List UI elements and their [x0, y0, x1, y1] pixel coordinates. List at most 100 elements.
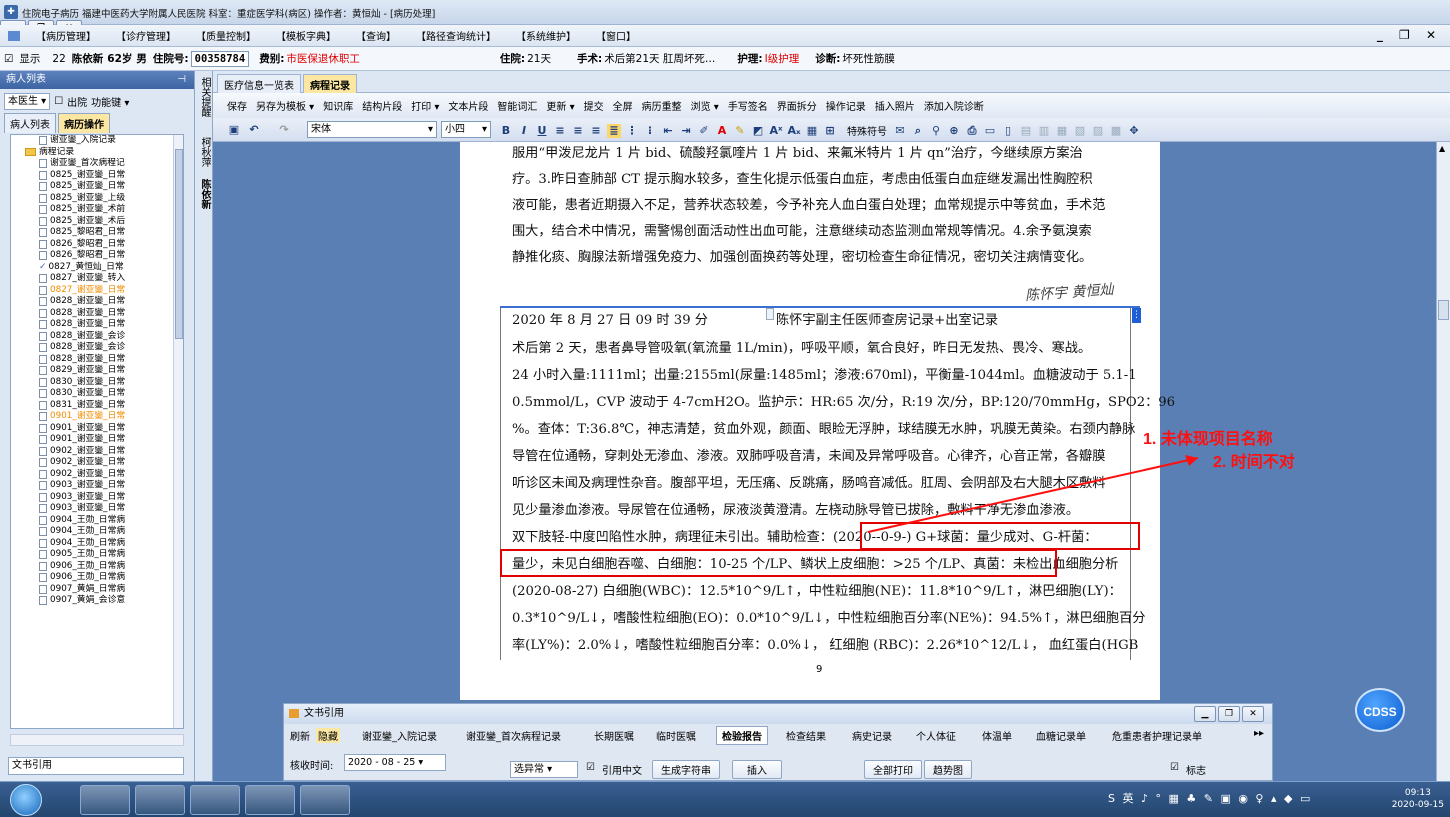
ref-tab-critical-care[interactable]: 危重患者护理记录单 — [1112, 728, 1202, 743]
taskbar-explorer-icon[interactable] — [80, 785, 130, 815]
document-scrollbar[interactable]: ▲ — [1436, 142, 1450, 781]
record-title[interactable]: 陈怀宇副主任医师查房记录+出室记录 — [776, 309, 998, 333]
tree-scroll-thumb[interactable] — [175, 149, 183, 339]
clear-format-icon[interactable]: ✐ — [697, 124, 711, 138]
ref-tab-admission[interactable]: 谢亚鑾_入院记录 — [362, 728, 437, 743]
ref-tab-glucose[interactable]: 血糖记录单 — [1036, 728, 1086, 743]
check-time-input[interactable]: 2020 - 08 - 25 ▾ — [344, 754, 446, 771]
panel-minimize-button[interactable]: ▁ — [1194, 706, 1216, 722]
tree-item[interactable]: 0904_王勋_日常病 — [11, 515, 183, 527]
tree-item[interactable]: ✓ 0827_黄恒灿_日常 — [11, 262, 183, 274]
toolbar-item[interactable]: 智能词汇 — [497, 98, 537, 113]
doctor-select[interactable]: 本医生 ▾ — [4, 92, 51, 110]
field-handle-icon[interactable] — [766, 308, 774, 320]
subscript-icon[interactable]: Aₓ — [787, 124, 801, 138]
ref-tab-lab-reports[interactable]: 检验报告 — [716, 726, 768, 745]
tree-item[interactable]: 0828_谢亚鑾_会诊 — [11, 331, 183, 343]
tree-item[interactable]: 0901_谢亚鑾_日常 — [11, 434, 183, 446]
menu-treatment[interactable]: 【诊疗管理】 — [116, 28, 176, 43]
align-right-icon[interactable]: ≡ — [589, 124, 603, 138]
tree-item[interactable]: 0826_黎昭君_日常 — [11, 239, 183, 251]
toolbar-item[interactable]: 打印 ▾ — [411, 98, 439, 113]
nurse-name-tab[interactable]: 柯秋萍 — [198, 137, 210, 167]
panel-close-button[interactable]: ✕ — [1242, 706, 1264, 722]
toolbar-item[interactable]: 文本片段 — [448, 98, 488, 113]
table-icon[interactable]: ⊞ — [823, 124, 837, 138]
outdent-icon[interactable]: ⇤ — [661, 124, 675, 138]
generate-string-button[interactable]: 生成字符串 — [652, 760, 720, 779]
tree-item[interactable]: 0901_谢亚鑾_日常 — [11, 411, 183, 423]
tree-item[interactable]: 谢亚鑾_首次病程记 — [11, 158, 183, 170]
bold-icon[interactable]: B — [499, 124, 513, 138]
mdi-window-controls[interactable]: _ ❐ ✕ — [1377, 28, 1442, 42]
font-size-select[interactable]: 小四 ▾ — [441, 121, 491, 138]
record-text-line[interactable]: 0.3*10^9/L↓，嗜酸性粒细胞(EO)：0.0*10^9/L↓，中性粒细胞… — [512, 607, 1145, 631]
toolbar-item[interactable]: 保存 — [227, 98, 247, 113]
tree-item[interactable]: 0905_王勋_日常病 — [11, 549, 183, 561]
related-reminder-tab[interactable]: 相关提醒 — [198, 77, 210, 117]
tree-item[interactable]: 谢亚鑾_入院记录 — [11, 135, 183, 147]
document-text-line[interactable]: 液可能，患者近期摄入不足，营养状态较差，今予补充人血白蛋白处理；血常规提示中等贫… — [512, 194, 1105, 218]
tree-item[interactable]: 0825_谢亚鑾_上级 — [11, 193, 183, 205]
binoculars-icon[interactable]: ⚲ — [929, 124, 943, 138]
ref-tabs-more[interactable]: ▸▸ — [1254, 728, 1264, 739]
menu-query[interactable]: 【查询】 — [356, 28, 396, 43]
find-icon[interactable]: ⌕ — [911, 124, 925, 138]
tree-item[interactable]: 0907_黄娟_日常病 — [11, 584, 183, 596]
tree-item[interactable]: 0828_谢亚鑾_日常 — [11, 319, 183, 331]
page-icon[interactable]: ▯ — [1001, 124, 1015, 138]
tree-item[interactable]: 0828_谢亚鑾_会诊 — [11, 342, 183, 354]
move-icon[interactable]: ✥ — [1127, 124, 1141, 138]
toolbar-item[interactable]: 插入照片 — [875, 98, 915, 113]
tree-item[interactable]: 0825_谢亚鑾_日常 — [11, 181, 183, 193]
save-icon[interactable]: ▣ — [227, 123, 241, 137]
print-all-button[interactable]: 全部打印 — [864, 760, 922, 779]
align-center-icon[interactable]: ≡ — [571, 124, 585, 138]
tree-item[interactable]: 0902_谢亚鑾_日常 — [11, 446, 183, 458]
record-text-line[interactable]: 率(LY%)：2.0%↓，嗜酸性粒细胞百分率：0.0%↓， 红细胞 (RBC)：… — [512, 634, 1138, 658]
scroll-up-icon[interactable]: ▲ — [1439, 144, 1445, 153]
flag-checkbox[interactable]: ☑ — [1170, 762, 1179, 773]
document-scroll-thumb[interactable] — [1438, 300, 1449, 320]
print-preview-icon[interactable]: ⎙ — [965, 124, 979, 138]
table-ops-icon-2[interactable]: ▥ — [1037, 124, 1051, 138]
record-text-line[interactable]: 导管在位通畅，穿刺处无渗血、渗液。双肺呼吸音清，未闻及异常呼吸音。心律齐，心音正… — [512, 445, 1105, 469]
tree-item[interactable]: 0831_谢亚鑾_日常 — [11, 400, 183, 412]
taskbar-chart-icon[interactable] — [190, 785, 240, 815]
record-text-line[interactable]: (2020-08-27) 白细胞(WBC)：12.5*10^9/L↑，中性粒细胞… — [512, 580, 1122, 604]
italic-icon[interactable]: I — [517, 124, 531, 138]
hide-button[interactable]: 隐藏 — [316, 728, 340, 743]
clock[interactable]: 09:13 2020-09-15 — [1392, 787, 1444, 811]
tab-patient-list[interactable]: 病人列表 — [4, 113, 56, 133]
table-ops-icon-4[interactable]: ▧ — [1073, 124, 1087, 138]
tree-item[interactable]: 0828_谢亚鑾_日常 — [11, 354, 183, 366]
comment-icon[interactable]: ✉ — [893, 124, 907, 138]
tree-scrollbar[interactable] — [173, 135, 183, 728]
toolbar-item[interactable]: 提交 — [584, 98, 604, 113]
indent-icon[interactable]: ⇥ — [679, 124, 693, 138]
ref-tab-vitals[interactable]: 个人体征 — [916, 728, 956, 743]
tree-item[interactable]: 0906_王勋_日常病 — [11, 561, 183, 573]
tree-item[interactable]: 0830_谢亚鑾_日常 — [11, 377, 183, 389]
tree-item[interactable]: 0825_谢亚鑾_术前 — [11, 204, 183, 216]
special-symbol-button[interactable]: 特殊符号 — [847, 123, 887, 138]
cdss-button[interactable]: CDSS — [1355, 688, 1405, 732]
table-ops-icon-1[interactable]: ▤ — [1019, 124, 1033, 138]
document-text-line[interactable]: 服用“甲泼尼龙片 1 片 bid、硫酸羟氯喹片 1 片 bid、来氟米特片 1 … — [512, 142, 1083, 166]
toolbar-item[interactable]: 全屏 — [613, 98, 633, 113]
page-setup-icon[interactable]: ▭ — [983, 124, 997, 138]
record-text-line[interactable]: 0.5mmol/L，CVP 波动于 4-7cmH2O。监护示：HR:65 次/分… — [512, 391, 1175, 415]
menu-record-mgmt[interactable]: 【病历管理】 — [36, 28, 96, 43]
tree-group[interactable]: 病程记录 — [11, 147, 183, 159]
undo-icon[interactable]: ↶ — [247, 123, 261, 137]
tree-item[interactable]: 0830_谢亚鑾_日常 — [11, 388, 183, 400]
trend-chart-button[interactable]: 趋势图 — [924, 760, 972, 779]
ref-tab-temperature[interactable]: 体温单 — [982, 728, 1012, 743]
tree-item[interactable]: 0904_王勋_日常病 — [11, 538, 183, 550]
document-text-line[interactable]: 疗。3.昨日查肺部 CT 提示胸水较多，查生化提示低蛋白血症，考虑由低蛋白血症继… — [512, 168, 1093, 192]
table-ops-icon-5[interactable]: ▨ — [1091, 124, 1105, 138]
toolbar-item[interactable]: 更新 ▾ — [546, 98, 574, 113]
tree-hscrollbar[interactable] — [10, 734, 184, 746]
tree-item[interactable]: 0901_谢亚鑾_日常 — [11, 423, 183, 435]
record-text-line[interactable]: 24 小时入量:1111ml；出量:2155ml(尿量:1485ml；渗液:67… — [512, 364, 1137, 388]
